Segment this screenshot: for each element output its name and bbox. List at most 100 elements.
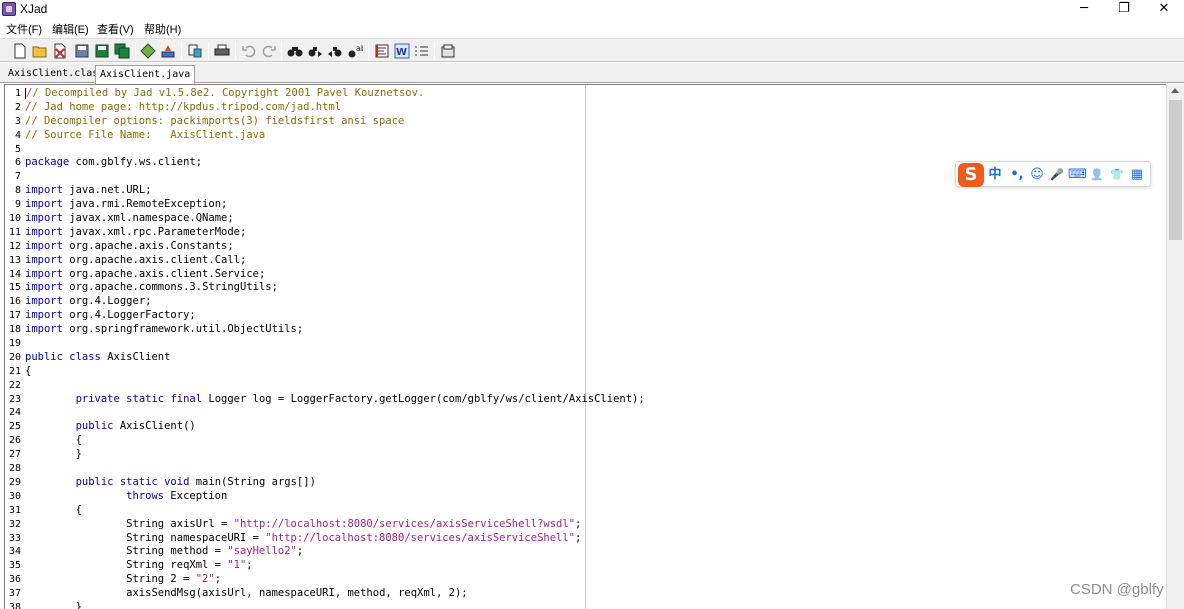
line-number: 13 [8,254,21,266]
toolbar-separator [434,42,435,60]
line-number: 27 [8,449,21,461]
code-line: 2 // Jad home page: http://kpdus.tripod.c… [5,101,645,115]
menu-view[interactable]: 查看(V) [97,21,134,37]
toolbar: ab W [0,38,1184,62]
find-icon[interactable] [287,43,303,59]
tab-axisclient-java[interactable]: AxisClient.java [95,65,196,84]
line-number: 12 [8,240,21,252]
undo-icon[interactable] [241,43,257,59]
ime-punctuation-icon[interactable]: •, [1008,166,1026,184]
code-line: 16 import org.4.Logger; [5,295,645,309]
decompile-icon[interactable] [140,43,156,59]
toolbar-separator [208,42,209,60]
code-line: 33 String namespaceURI = "http://localho… [5,532,645,546]
code-text: } [25,600,82,609]
decompile-jar-icon[interactable] [160,43,176,59]
export-icon[interactable] [187,43,203,59]
code-text: throws Exception [126,489,228,502]
code-line: 8 import java.net.URL; [5,184,645,198]
ime-keyboard-icon[interactable]: ⌨ [1068,166,1087,184]
ime-emoji-icon[interactable]: ☺ [1028,166,1046,184]
code-line: 22 [5,379,645,393]
line-number: 21 [8,365,21,377]
restore-button[interactable]: ❐ [1104,0,1144,20]
code-line: 20 public class AxisClient [5,351,645,365]
tab-strip: AxisClient.class AxisClient.java [0,63,1184,84]
close-button[interactable]: ✕ [1144,0,1184,20]
close-file-icon[interactable] [52,43,68,59]
replace-icon[interactable]: ab [347,43,363,59]
new-file-icon[interactable] [12,43,28,59]
code-text: import java.net.URL; [25,184,152,197]
scroll-up-icon[interactable] [1171,88,1179,93]
save-all-icon[interactable] [114,43,130,59]
word-wrap-icon[interactable]: W [394,43,410,59]
line-number: 38 [8,601,21,609]
code-line: 38 } [5,601,645,609]
code-line: 17 import org.4.LoggerFactory; [5,309,645,323]
line-number: 36 [8,574,21,586]
code-text: { [25,503,82,516]
line-number: 20 [8,351,21,363]
menu-help[interactable]: 帮助(H) [144,21,181,37]
code-text: private static final Logger log = Logger… [75,392,645,405]
code-line: 5 [5,143,645,157]
line-number: 29 [8,476,21,488]
code-line: 6 package com.gblfy.ws.client; [5,156,645,170]
menu-edit[interactable]: 编辑(E) [52,21,89,37]
open-folder-icon[interactable] [32,43,48,59]
title-bar: XJad ─ ❐ ✕ [0,0,1184,20]
line-number: 37 [8,588,21,600]
code-line: 10 import javax.xml.namespace.QName; [5,212,645,226]
line-number: 2 [14,101,21,113]
code-text: public static void main(String args[]) [75,475,316,488]
toolbar-separator [368,42,369,60]
menu-file[interactable]: 文件(F) [6,21,42,37]
code-line: 11 import javax.xml.rpc.ParameterMode; [5,226,645,240]
code-line: 12 import org.apache.axis.Constants; [5,240,645,254]
ime-user-icon[interactable]: 👤 [1088,166,1106,184]
app-icon [2,2,16,16]
vertical-scrollbar[interactable] [1166,84,1184,609]
ime-voice-icon[interactable]: 🎤 [1048,166,1066,184]
ime-logo-icon[interactable]: S [958,163,984,187]
find-prev-icon[interactable] [327,43,343,59]
format-icon[interactable] [374,43,390,59]
line-number: 10 [8,213,21,225]
redo-icon[interactable] [261,43,277,59]
code-line: 25 public AxisClient() [5,420,645,434]
code-text: import org.springframework.util.ObjectUt… [25,323,304,336]
options-icon[interactable] [440,43,456,59]
line-number: 9 [14,199,21,211]
svg-text:W: W [396,47,407,58]
print-icon[interactable] [214,43,230,59]
svg-text:ab: ab [356,44,363,53]
line-number: 5 [14,143,21,155]
ime-chinese-mode[interactable]: 中 [986,166,1004,184]
code-line: 27 } [5,448,645,462]
ime-skin-icon[interactable]: 👕 [1108,166,1126,184]
line-number: 33 [8,532,21,544]
line-number: 28 [8,463,21,475]
tab-axisclient-class[interactable]: AxisClient.class [4,65,108,83]
code-line: 24 [5,406,645,420]
ime-toolbox-icon[interactable]: ▦ [1128,166,1146,184]
line-number: 24 [8,407,21,419]
line-number: 23 [8,393,21,405]
menu-bar: 文件(F) 编辑(E) 查看(V) 帮助(H) [0,20,1184,38]
code-line: 14 import org.apache.axis.client.Service; [5,268,645,282]
ime-toolbar: S 中 •, ☺ 🎤 ⌨ 👤 👕 ▦ [955,161,1151,187]
find-next-icon[interactable] [307,43,323,59]
line-number: 11 [8,226,21,238]
code-line: 26 { [5,434,645,448]
line-numbers-icon[interactable] [414,43,430,59]
save-as-icon[interactable] [94,43,110,59]
minimize-button[interactable]: ─ [1064,0,1104,20]
line-number: 17 [8,310,21,322]
window-title: XJad [20,2,48,16]
line-number: 32 [8,518,21,530]
scroll-thumb[interactable] [1169,100,1182,240]
code-text: // Decompiled by Jad v1.5.8e2. Copyright… [25,87,425,99]
save-icon[interactable] [74,43,90,59]
